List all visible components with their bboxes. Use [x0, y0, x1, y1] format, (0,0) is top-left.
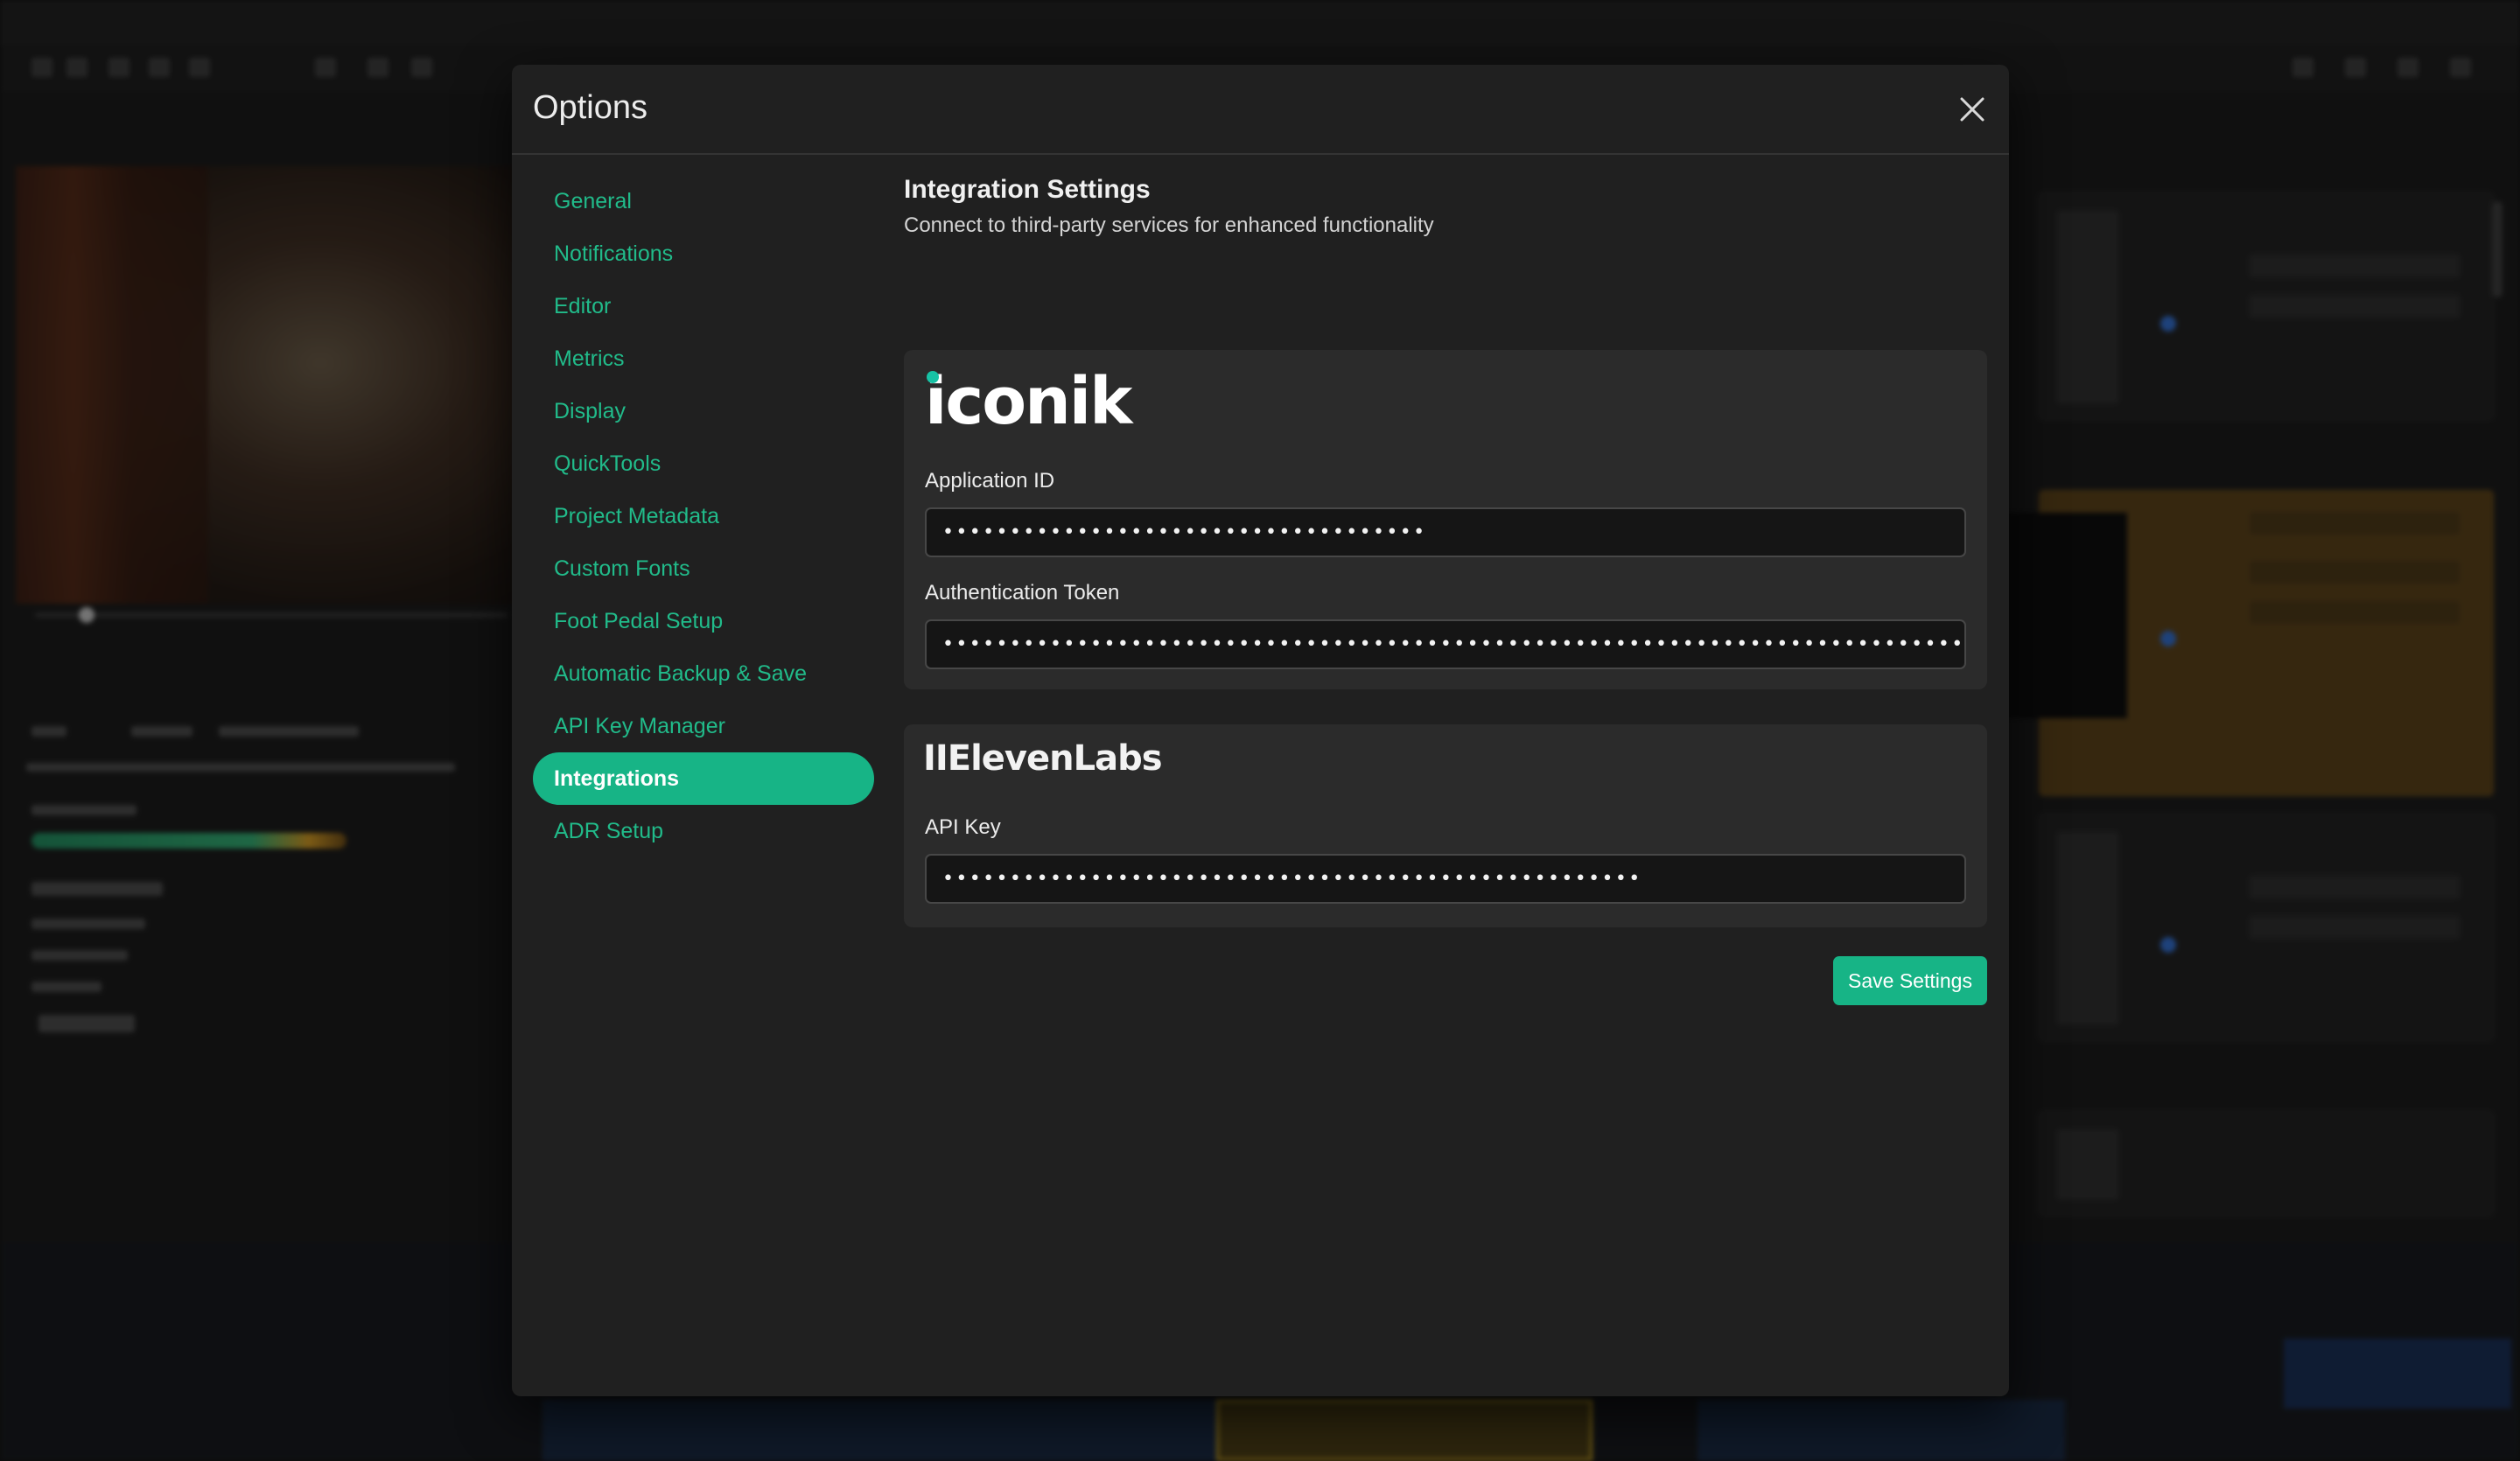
dialog-header: Options: [512, 65, 2009, 155]
background-clip: [1216, 1400, 1592, 1461]
background-clip: [2284, 1339, 2511, 1409]
background-tool-icon: [368, 58, 388, 77]
background-card: [2039, 814, 2494, 1041]
background-text: [32, 882, 163, 896]
background-card: [2039, 1111, 2494, 1216]
sidebar-item-editor[interactable]: Editor: [533, 280, 874, 332]
close-icon: [1960, 97, 1984, 122]
background-tool-icon: [2450, 58, 2471, 77]
section-title: Integration Settings: [904, 175, 1151, 204]
background-clip: [542, 1400, 1216, 1461]
iconik-logo-text: iconik: [925, 364, 1132, 439]
application-id-value: ••••••••••••••••••••••••••••••••••••: [942, 521, 1427, 543]
sidebar-item-foot-pedal-setup[interactable]: Foot Pedal Setup: [533, 595, 874, 647]
background-tool-icon: [149, 58, 170, 77]
api-key-value: ••••••••••••••••••••••••••••••••••••••••…: [942, 868, 1642, 890]
authentication-token-label: Authentication Token: [925, 581, 1120, 605]
background-text: [32, 726, 66, 737]
background-card: [2039, 192, 2494, 420]
background-tool-icon: [2292, 58, 2314, 77]
close-button[interactable]: [1955, 92, 1990, 127]
sidebar-item-automatic-backup[interactable]: Automatic Backup & Save: [533, 647, 874, 700]
background-tool-icon: [108, 58, 130, 77]
dialog-title: Options: [533, 89, 648, 126]
background-scrollbar: [2492, 201, 2502, 297]
background-text: [32, 919, 145, 929]
background-text: [38, 1015, 135, 1032]
section-subtitle: Connect to third-party services for enha…: [904, 213, 1434, 237]
background-tool-icon: [189, 58, 210, 77]
save-settings-button[interactable]: Save Settings: [1833, 956, 1987, 1005]
options-sidebar: General Notifications Editor Metrics Dis…: [533, 175, 874, 857]
iconik-logo: iconik: [925, 364, 1132, 439]
sidebar-item-display[interactable]: Display: [533, 385, 874, 437]
background-video-curtain: [16, 166, 208, 604]
authentication-token-value: ••••••••••••••••••••••••••••••••••••••••…: [942, 633, 1965, 655]
options-dialog: Options General Notifications Editor Met…: [512, 65, 2009, 1396]
sidebar-item-project-metadata[interactable]: Project Metadata: [533, 490, 874, 542]
background-tool-icon: [411, 58, 432, 77]
elevenlabs-integration-card: IIElevenLabs API Key •••••••••••••••••••…: [904, 724, 1987, 927]
background-scrubber: [35, 607, 508, 623]
background-text: [219, 726, 359, 737]
api-key-input[interactable]: ••••••••••••••••••••••••••••••••••••••••…: [925, 854, 1966, 904]
sidebar-item-notifications[interactable]: Notifications: [533, 227, 874, 280]
background-text: [32, 805, 136, 815]
sidebar-item-api-key-manager[interactable]: API Key Manager: [533, 700, 874, 752]
sidebar-item-quicktools[interactable]: QuickTools: [533, 437, 874, 490]
background-text: [32, 950, 128, 961]
iconik-integration-card: iconik Application ID ••••••••••••••••••…: [904, 350, 1987, 689]
background-tool-icon: [32, 58, 52, 77]
background-tool-icon: [2398, 58, 2418, 77]
sidebar-item-metrics[interactable]: Metrics: [533, 332, 874, 385]
background-menubar: [0, 0, 2520, 45]
background-tool-icon: [2345, 58, 2366, 77]
background-text: [131, 726, 192, 737]
sidebar-item-general[interactable]: General: [533, 175, 874, 227]
background-text: [32, 982, 102, 992]
api-key-label: API Key: [925, 815, 1001, 839]
background-progress: [32, 833, 346, 849]
background-card-highlighted: [1987, 490, 2494, 796]
authentication-token-input[interactable]: ••••••••••••••••••••••••••••••••••••••••…: [925, 619, 1966, 669]
background-tool-icon: [315, 58, 336, 77]
application-id-input[interactable]: ••••••••••••••••••••••••••••••••••••: [925, 507, 1966, 557]
iconik-logo-dot: [927, 371, 939, 383]
background-text: [26, 763, 455, 772]
elevenlabs-logo: IIElevenLabs: [923, 738, 1163, 779]
sidebar-item-custom-fonts[interactable]: Custom Fonts: [533, 542, 874, 595]
sidebar-item-integrations[interactable]: Integrations: [533, 752, 874, 805]
application-id-label: Application ID: [925, 469, 1055, 493]
background-clip: [1698, 1400, 2065, 1461]
sidebar-item-adr-setup[interactable]: ADR Setup: [533, 805, 874, 857]
background-tool-icon: [66, 58, 88, 77]
